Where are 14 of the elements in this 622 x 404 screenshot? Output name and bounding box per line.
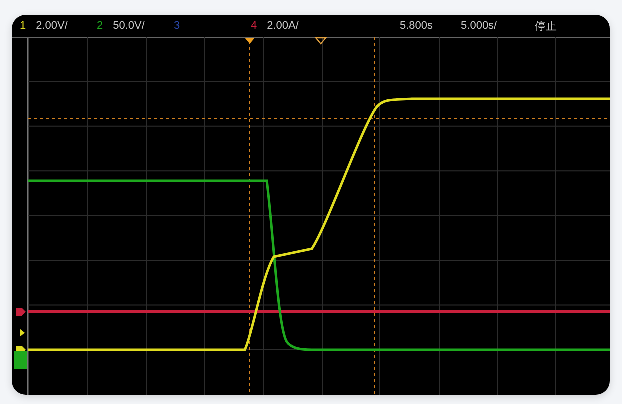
channel-number: 3 <box>174 20 180 32</box>
run-state: 停止 <box>535 20 558 34</box>
delay-marker-icon <box>314 37 328 45</box>
channel-scale: 2.00V/ <box>36 20 68 32</box>
trigger-marker-icon <box>245 38 255 44</box>
channel-number: 2 <box>97 20 104 32</box>
channel-number: 4 <box>251 20 258 32</box>
time-delay: 5.800s <box>400 20 434 32</box>
channel-number: 1 <box>20 20 26 32</box>
ground-marker-icon <box>16 308 26 316</box>
channel-scale: 50.0V/ <box>113 20 145 32</box>
trigger-level-icon <box>20 329 25 337</box>
channel-scale: 2.00A/ <box>267 20 299 32</box>
timebase: 5.000s/ <box>461 20 498 32</box>
